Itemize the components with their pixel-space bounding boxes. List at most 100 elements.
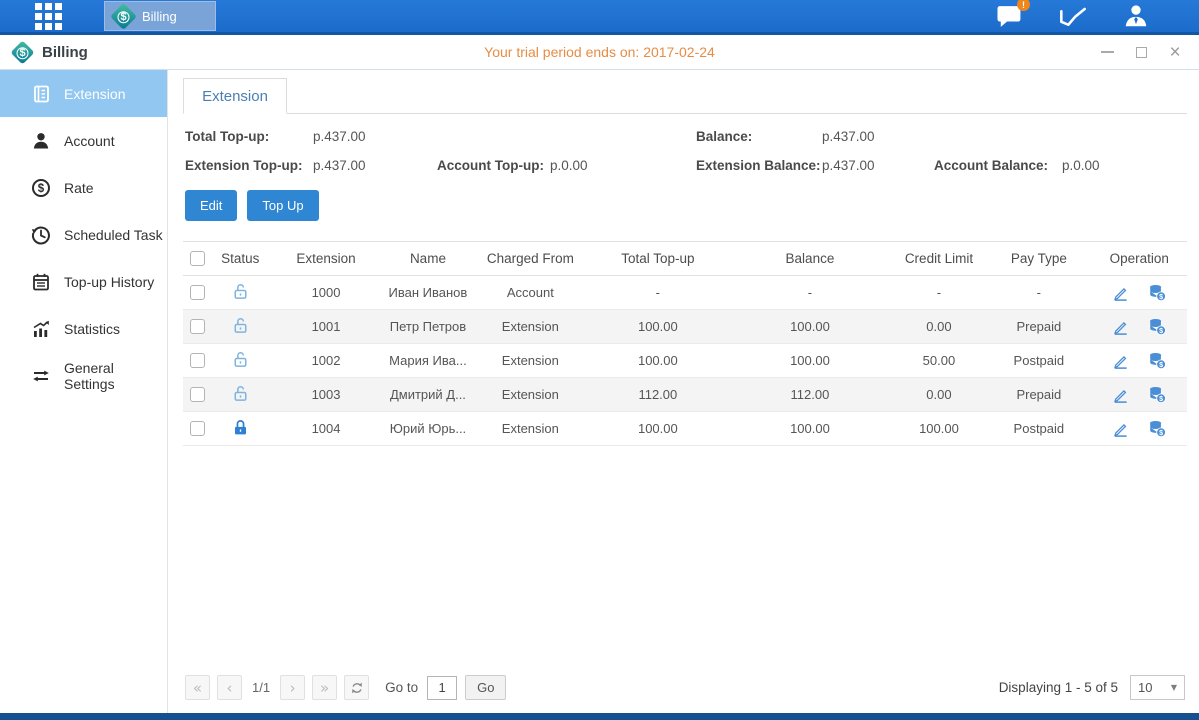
edit-pencil-icon[interactable] bbox=[1111, 419, 1130, 438]
topup-coins-icon[interactable]: $ bbox=[1147, 317, 1167, 336]
total-topup-label: Total Top-up: bbox=[185, 129, 313, 144]
topup-coins-icon[interactable]: $ bbox=[1147, 419, 1167, 438]
edit-button[interactable]: Edit bbox=[185, 190, 237, 221]
total-topup-value: p.437.00 bbox=[313, 129, 437, 144]
refresh-icon bbox=[350, 681, 364, 695]
cell-total-topup: 100.00 bbox=[588, 310, 729, 344]
cell-name: Петр Петров bbox=[383, 310, 473, 344]
cell-credit-limit: - bbox=[892, 276, 986, 310]
sidebar-item-topup-history[interactable]: Top-up History bbox=[0, 258, 167, 305]
cell-charged-from: Account bbox=[473, 276, 587, 310]
bottom-strip bbox=[0, 713, 1199, 720]
edit-pencil-icon[interactable] bbox=[1111, 317, 1130, 336]
cell-extension: 1000 bbox=[269, 276, 382, 310]
topup-coins-icon[interactable]: $ bbox=[1147, 283, 1167, 302]
last-page-button[interactable]: » bbox=[312, 675, 337, 700]
goto-page-input[interactable] bbox=[427, 676, 457, 700]
sidebar-item-rate[interactable]: $ Rate bbox=[0, 164, 167, 211]
go-button[interactable]: Go bbox=[465, 675, 506, 700]
cell-name: Юрий Юрь... bbox=[383, 412, 473, 446]
extension-balance-label: Extension Balance: bbox=[696, 158, 822, 173]
extension-icon bbox=[31, 84, 51, 104]
account-balance-label: Account Balance: bbox=[934, 158, 1062, 173]
first-page-button[interactable]: « bbox=[185, 675, 210, 700]
cell-charged-from: Extension bbox=[473, 378, 587, 412]
topup-coins-icon[interactable]: $ bbox=[1147, 385, 1167, 404]
cell-charged-from: Extension bbox=[473, 412, 587, 446]
reports-icon[interactable] bbox=[1059, 4, 1087, 28]
cell-pay-type: Prepaid bbox=[986, 310, 1091, 344]
col-balance: Balance bbox=[728, 242, 892, 276]
general-settings-icon bbox=[31, 366, 51, 386]
messages-icon[interactable]: ! bbox=[996, 4, 1023, 28]
window-title: Billing bbox=[42, 44, 88, 61]
cell-balance: 100.00 bbox=[728, 344, 892, 378]
topup-coins-icon[interactable]: $ bbox=[1147, 351, 1167, 370]
sidebar-item-scheduled-task[interactable]: Scheduled Task bbox=[0, 211, 167, 258]
page-size-select[interactable]: 10 ▼ bbox=[1130, 675, 1185, 700]
statistics-icon bbox=[31, 319, 51, 339]
row-checkbox[interactable] bbox=[190, 353, 205, 368]
cell-credit-limit: 0.00 bbox=[892, 310, 986, 344]
user-icon[interactable] bbox=[1123, 3, 1149, 29]
billing-app-icon: $ bbox=[110, 3, 137, 30]
cell-extension: 1001 bbox=[269, 310, 382, 344]
account-topup-value: p.0.00 bbox=[550, 158, 696, 173]
cell-total-topup: 100.00 bbox=[588, 412, 729, 446]
refresh-button[interactable] bbox=[344, 675, 369, 700]
close-icon[interactable]: × bbox=[1167, 44, 1183, 60]
cell-pay-type: Postpaid bbox=[986, 344, 1091, 378]
col-credit-limit: Credit Limit bbox=[892, 242, 986, 276]
maximize-icon[interactable] bbox=[1133, 44, 1149, 60]
account-topup-label: Account Top-up: bbox=[437, 158, 550, 173]
row-checkbox[interactable] bbox=[190, 421, 205, 436]
app-tab-billing[interactable]: $ Billing bbox=[104, 1, 216, 31]
select-all-checkbox[interactable] bbox=[190, 251, 205, 266]
svg-text:$: $ bbox=[1159, 327, 1163, 335]
col-total-topup: Total Top-up bbox=[588, 242, 729, 276]
cell-total-topup: 100.00 bbox=[588, 344, 729, 378]
sidebar-item-extension[interactable]: Extension bbox=[0, 70, 167, 117]
sidebar-item-general-settings[interactable]: General Settings bbox=[0, 352, 167, 399]
table-header-row: Status Extension Name Charged From Total… bbox=[183, 242, 1187, 276]
tab-extension[interactable]: Extension bbox=[183, 78, 287, 114]
row-checkbox[interactable] bbox=[190, 319, 205, 334]
table-row: 1001 Петр Петров Extension 100.00 100.00… bbox=[183, 310, 1187, 344]
cell-extension: 1002 bbox=[269, 344, 382, 378]
cell-credit-limit: 50.00 bbox=[892, 344, 986, 378]
minimize-icon[interactable] bbox=[1099, 44, 1115, 60]
sidebar-item-label: Rate bbox=[64, 180, 94, 196]
cell-pay-type: Prepaid bbox=[986, 378, 1091, 412]
topup-history-icon bbox=[31, 272, 51, 292]
billing-summary: Total Top-up: p.437.00 Balance: p.437.00… bbox=[183, 114, 1187, 173]
balance-label: Balance: bbox=[696, 129, 822, 144]
cell-credit-limit: 0.00 bbox=[892, 378, 986, 412]
row-checkbox[interactable] bbox=[190, 285, 205, 300]
row-checkbox[interactable] bbox=[190, 387, 205, 402]
main-area: Extension Account $ Rate Scheduled Task … bbox=[0, 70, 1199, 713]
sidebar-item-account[interactable]: Account bbox=[0, 117, 167, 164]
cell-charged-from: Extension bbox=[473, 344, 587, 378]
extension-table: Status Extension Name Charged From Total… bbox=[183, 241, 1187, 446]
cell-name: Иван Иванов bbox=[383, 276, 473, 310]
cell-balance: 100.00 bbox=[728, 310, 892, 344]
next-page-button[interactable]: › bbox=[280, 675, 305, 700]
prev-page-button[interactable]: ‹ bbox=[217, 675, 242, 700]
edit-pencil-icon[interactable] bbox=[1111, 283, 1130, 302]
edit-pencil-icon[interactable] bbox=[1111, 351, 1130, 370]
apps-grid-icon[interactable] bbox=[35, 3, 62, 30]
rate-icon: $ bbox=[31, 178, 51, 198]
action-buttons: Edit Top Up bbox=[183, 190, 1187, 221]
edit-pencil-icon[interactable] bbox=[1111, 385, 1130, 404]
sidebar-item-statistics[interactable]: Statistics bbox=[0, 305, 167, 352]
table-row: 1004 Юрий Юрь... Extension 100.00 100.00… bbox=[183, 412, 1187, 446]
scheduled-task-icon bbox=[31, 225, 51, 245]
cell-balance: - bbox=[728, 276, 892, 310]
lock-open-icon bbox=[231, 384, 250, 403]
lock-open-icon bbox=[231, 316, 250, 335]
content-area: Extension Total Top-up: p.437.00 Balance… bbox=[168, 70, 1199, 713]
svg-text:$: $ bbox=[1159, 361, 1163, 369]
svg-text:$: $ bbox=[1159, 395, 1163, 403]
top-up-button[interactable]: Top Up bbox=[247, 190, 318, 221]
tab-strip: Extension bbox=[183, 78, 1187, 114]
